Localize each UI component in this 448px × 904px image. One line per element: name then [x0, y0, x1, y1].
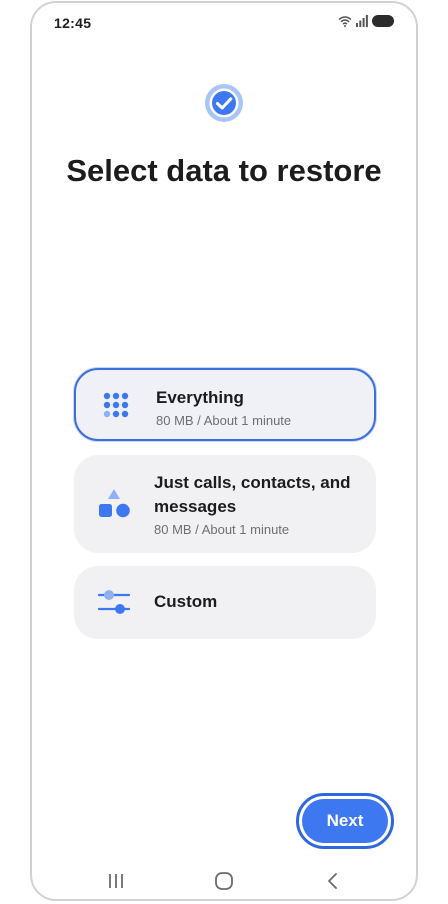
check-circle-icon [205, 84, 243, 122]
option-text: Just calls, contacts, and messages 80 MB… [154, 471, 360, 539]
status-icons [338, 15, 394, 27]
next-button-focus-ring: Next [296, 793, 394, 849]
option-everything[interactable]: Everything 80 MB / About 1 minute [74, 368, 376, 441]
home-icon [215, 872, 233, 890]
back-button[interactable] [318, 869, 348, 893]
next-button[interactable]: Next [302, 799, 388, 843]
option-title: Just calls, contacts, and messages [154, 473, 351, 516]
grid-dots-icon [103, 392, 129, 418]
sliders-icon [97, 590, 131, 614]
shapes-icon [99, 489, 130, 518]
option-title: Custom [154, 592, 218, 611]
wifi-icon [338, 16, 352, 27]
signal-icon [356, 15, 368, 27]
option-text: Everything 80 MB / About 1 minute [156, 386, 358, 430]
option-subtitle: 80 MB / About 1 minute [156, 413, 292, 428]
option-subtitle: 80 MB / About 1 minute [154, 522, 290, 537]
option-title: Everything [156, 388, 244, 407]
phone-screen: 12:45 Select data to restore Everything … [30, 1, 418, 901]
option-text: Custom [154, 590, 360, 614]
back-icon [328, 873, 337, 889]
recents-icon [109, 874, 123, 888]
status-bar: 12:45 [32, 3, 416, 43]
navigation-bar [32, 861, 416, 899]
option-custom[interactable]: Custom [74, 566, 376, 639]
page-title: Select data to restore [66, 153, 382, 188]
option-calls-contacts-messages[interactable]: Just calls, contacts, and messages 80 MB… [74, 455, 376, 553]
home-button[interactable] [209, 869, 239, 893]
battery-icon [372, 15, 394, 27]
status-time: 12:45 [54, 15, 92, 31]
recents-button[interactable] [101, 869, 131, 893]
